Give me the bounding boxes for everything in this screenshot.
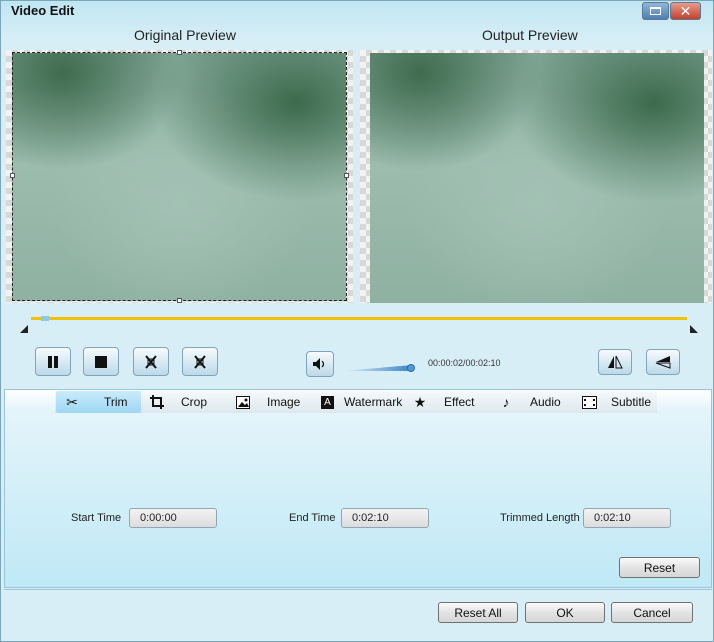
timeline-track[interactable] — [31, 317, 687, 320]
video-edit-window: Video Edit ✕ Original Preview Output Pre… — [0, 0, 714, 642]
crop-icon — [149, 394, 165, 410]
tab-effect[interactable]: ★ Effect — [412, 391, 475, 413]
crop-handle-left[interactable] — [10, 173, 15, 178]
subtitle-icon — [581, 394, 597, 410]
tab-trim[interactable]: ✂ Trim — [56, 391, 141, 413]
tab-trim-label: Trim — [104, 395, 128, 409]
time-readout: 00:00:02/00:02:10 — [428, 358, 501, 368]
close-icon: ✕ — [679, 3, 692, 19]
stop-icon — [95, 355, 107, 368]
reset-all-button[interactable]: Reset All — [438, 602, 518, 623]
pause-button[interactable] — [35, 347, 71, 376]
trim-start-marker[interactable] — [20, 325, 28, 333]
close-button[interactable]: ✕ — [670, 2, 701, 20]
tab-subtitle-label: Subtitle — [611, 395, 652, 409]
crop-handle-right[interactable] — [344, 173, 349, 178]
set-end-button[interactable] — [182, 347, 218, 376]
start-time-label: Start Time — [71, 512, 122, 524]
speaker-icon — [313, 358, 325, 370]
star-icon: ★ — [413, 393, 427, 410]
output-video-frame — [370, 53, 704, 303]
scissors-icon: ✂ — [66, 393, 78, 410]
end-time-label: End Time — [289, 512, 336, 524]
volume-button[interactable] — [306, 351, 334, 377]
timeline-position-knob[interactable] — [40, 316, 49, 321]
flip-horizontal-icon — [608, 355, 623, 369]
trim-end-marker[interactable] — [690, 325, 698, 333]
original-preview-label: Original Preview — [134, 27, 236, 43]
trimmed-length-field[interactable]: 0:02:10 — [583, 508, 671, 528]
tab-effect-label: Effect — [444, 395, 475, 409]
end-time-field[interactable]: 0:02:10 — [341, 508, 429, 528]
tab-crop[interactable]: Crop — [149, 391, 207, 413]
trimmed-length-label: Trimmed Length — [500, 512, 580, 524]
volume-slider-knob[interactable] — [407, 364, 415, 372]
crop-handle-bottom[interactable] — [177, 298, 182, 303]
tab-crop-label: Crop — [181, 395, 208, 409]
footer-divider — [4, 589, 712, 590]
tab-image[interactable]: Image — [235, 391, 300, 413]
trim-end-icon — [194, 354, 206, 369]
flip-horizontal-button[interactable] — [598, 349, 632, 375]
stop-button[interactable] — [83, 347, 119, 376]
flip-vertical-button[interactable] — [646, 349, 680, 375]
output-preview — [360, 50, 712, 303]
window-title: Video Edit — [11, 3, 75, 18]
reset-button[interactable]: Reset — [619, 557, 700, 578]
cancel-button[interactable]: Cancel — [611, 602, 693, 623]
ok-button[interactable]: OK — [525, 602, 605, 623]
trim-start-icon — [145, 354, 157, 369]
music-note-icon: ♪ — [502, 394, 510, 410]
original-preview — [6, 50, 353, 303]
watermark-icon: A — [321, 395, 334, 409]
start-time-field[interactable]: 0:00:00 — [129, 508, 217, 528]
set-start-button[interactable] — [133, 347, 169, 376]
crop-handle-top[interactable] — [177, 50, 182, 55]
tab-image-label: Image — [267, 395, 301, 409]
tab-audio[interactable]: ♪ Audio — [498, 391, 561, 413]
tab-watermark-label: Watermark — [344, 395, 403, 409]
title-bar[interactable]: Video Edit ✕ — [1, 1, 713, 23]
pause-icon — [48, 355, 58, 368]
maximize-icon — [650, 7, 661, 15]
crop-selection-box[interactable] — [10, 50, 349, 303]
flip-vertical-icon — [655, 356, 671, 369]
image-icon — [235, 394, 251, 410]
volume-slider[interactable] — [341, 365, 413, 371]
edit-tab-panel — [4, 389, 712, 588]
tab-audio-label: Audio — [530, 395, 561, 409]
tab-subtitle[interactable]: Subtitle — [581, 391, 651, 413]
output-preview-label: Output Preview — [482, 27, 578, 43]
tab-watermark[interactable]: A Watermark — [321, 391, 402, 413]
maximize-button[interactable] — [642, 2, 669, 20]
